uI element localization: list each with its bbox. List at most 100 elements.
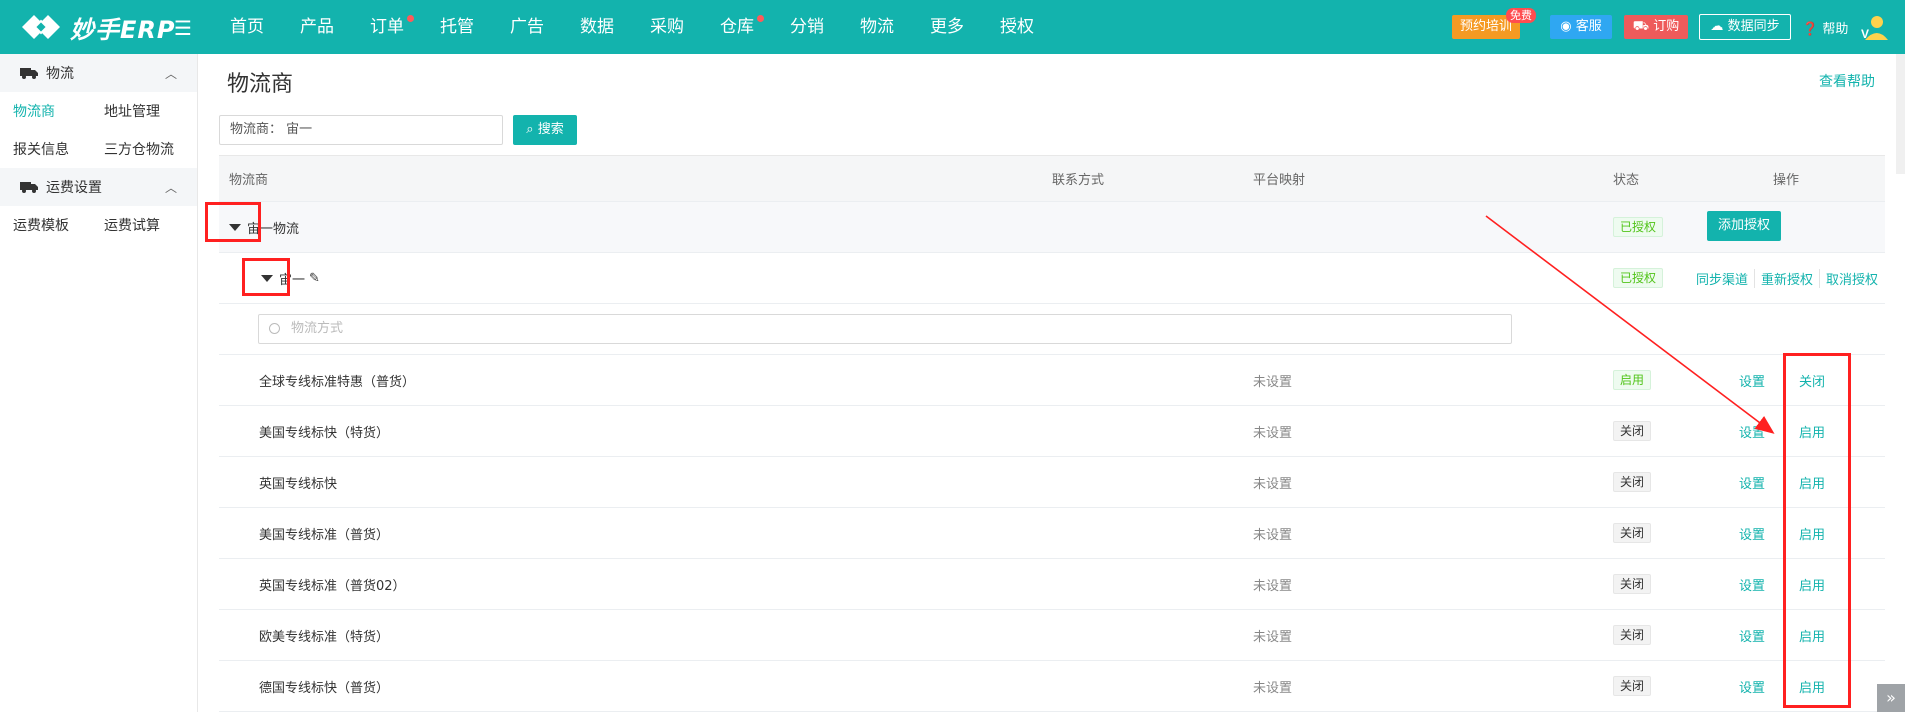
menu-toggle-icon[interactable]: ☰: [174, 16, 192, 40]
nav-item[interactable]: 授权: [982, 0, 1052, 54]
method-filter-row: 物流方式: [219, 304, 1885, 355]
sidebar-item[interactable]: 三方仓物流: [91, 139, 182, 159]
notification-dot: [757, 15, 764, 22]
sidebar-item[interactable]: 物流商: [0, 101, 91, 121]
header-contact: 联系方式: [1052, 173, 1105, 188]
cloud-icon: ☁: [1710, 19, 1724, 34]
sidebar-group-title: 物流: [46, 66, 74, 82]
chat-icon: ◉: [1560, 19, 1572, 34]
nav-item[interactable]: 托管: [422, 0, 492, 54]
vertical-scrollbar[interactable]: [1896, 54, 1905, 174]
nav-item[interactable]: 产品: [282, 0, 352, 54]
platform-mapping: 未设置: [1253, 578, 1293, 594]
nav-item[interactable]: 首页: [212, 0, 282, 54]
status-badge: 关闭: [1613, 625, 1652, 645]
nav-item[interactable]: 广告: [492, 0, 562, 54]
top-nav-bar: 妙手ERP ☰ 首页 产品 订单 托管 广告 数据 采购 仓库 分销 物流 更多 授权 预约培训 免费…: [0, 0, 1905, 54]
cart-icon: ⛟: [1632, 19, 1650, 34]
logo-icon: [22, 15, 60, 39]
header-provider: 物流商: [229, 173, 269, 188]
view-help-link[interactable]: 查看帮助: [1819, 71, 1875, 91]
table-row: 全球专线标准特惠（普货） 未设置 启用 设置 关闭: [219, 355, 1885, 406]
customer-service-label: 客服: [1575, 19, 1602, 34]
truck-icon: [20, 68, 38, 79]
logo-text: 妙手ERP: [70, 15, 176, 44]
search-button-label: 搜索: [537, 122, 564, 137]
table-header: 物流商 联系方式 平台映射 状态 操作: [219, 156, 1885, 202]
sidebar: 物流 ︿ 物流商 地址管理 报关信息 三方仓物流 运费设置 ︿ 运费模板 运费试算: [0, 54, 198, 712]
nav-item-label: 更多: [930, 17, 964, 37]
collapse-panel-button[interactable]: »: [1877, 684, 1905, 712]
nav-item-label: 数据: [580, 17, 614, 37]
question-icon: ❓: [1802, 22, 1819, 37]
status-badge: 关闭: [1613, 472, 1652, 492]
edit-icon[interactable]: ✎: [309, 271, 320, 286]
settings-link[interactable]: 设置: [1739, 406, 1765, 456]
nav-item-label: 广告: [510, 17, 544, 37]
header-mapping: 平台映射: [1253, 173, 1306, 188]
nav-item-label: 物流: [860, 17, 894, 37]
free-badge: 免费: [1506, 8, 1536, 23]
shipping-method-name: 美国专线标准（普货）: [259, 527, 390, 543]
platform-mapping: 未设置: [1253, 374, 1293, 390]
platform-mapping: 未设置: [1253, 527, 1293, 543]
nav-item-label: 产品: [300, 17, 334, 37]
sidebar-item[interactable]: 运费模板: [0, 215, 91, 235]
nav-item[interactable]: 采购: [632, 0, 702, 54]
account-row: 宙一 ✎ 已授权 同步渠道 重新授权 取消授权: [219, 253, 1885, 304]
nav-item[interactable]: 分销: [772, 0, 842, 54]
settings-link[interactable]: 设置: [1739, 559, 1765, 609]
table-row: 欧美专线标准（特货） 未设置 关闭 设置 启用: [219, 610, 1885, 661]
search-button[interactable]: ⌕ 搜索: [513, 115, 577, 145]
nav-item[interactable]: 仓库: [702, 0, 772, 54]
provider-search-input[interactable]: 物流商： 宙一: [219, 115, 503, 145]
settings-link[interactable]: 设置: [1739, 610, 1765, 660]
main-content: 物流商 查看帮助 物流商： 宙一 ⌕ 搜索 物流商 联系方式 平台映射 状态 操…: [199, 54, 1905, 712]
shipping-method-name: 英国专线标准（普货02）: [259, 578, 406, 594]
data-sync-button[interactable]: ☁ 数据同步: [1699, 14, 1791, 40]
table-row: 英国专线标快 未设置 关闭 设置 启用: [219, 457, 1885, 508]
chevron-up-icon[interactable]: ︿: [165, 179, 177, 196]
status-badge: 已授权: [1613, 217, 1664, 237]
settings-link[interactable]: 设置: [1739, 355, 1765, 405]
user-avatar[interactable]: V: [1860, 14, 1888, 40]
shipping-method-placeholder: 物流方式: [291, 321, 344, 336]
sidebar-item[interactable]: 报关信息: [0, 139, 91, 159]
provider-status-cell: 已授权: [1613, 202, 1664, 252]
status-badge: 关闭: [1613, 421, 1652, 441]
platform-mapping: 未设置: [1253, 425, 1293, 441]
sidebar-row: 报关信息 三方仓物流: [0, 130, 197, 168]
sidebar-group-header[interactable]: 运费设置 ︿: [0, 168, 197, 206]
logo[interactable]: 妙手ERP: [18, 9, 175, 45]
shipping-method-name: 欧美专线标准（特货）: [259, 629, 390, 645]
status-cell: 关闭: [1613, 508, 1652, 558]
nav-item[interactable]: 物流: [842, 0, 912, 54]
nav-item[interactable]: 更多: [912, 0, 982, 54]
settings-link[interactable]: 设置: [1739, 661, 1765, 711]
table-row: 德国专线标快（普货） 未设置 关闭 设置 启用: [219, 661, 1885, 712]
help-label: 帮助: [1822, 22, 1849, 37]
sync-channels-link[interactable]: 同步渠道: [1690, 269, 1754, 288]
order-button[interactable]: ⛟ 订购: [1624, 15, 1688, 39]
cancel-authorization-link[interactable]: 取消授权: [1819, 268, 1884, 288]
nav-item-label: 订单: [370, 17, 404, 37]
notification-dot: [407, 15, 414, 22]
order-label: 订购: [1653, 19, 1680, 34]
add-authorization-button[interactable]: 添加授权: [1707, 211, 1781, 241]
help-link[interactable]: ❓ 帮助: [1802, 18, 1848, 37]
settings-link[interactable]: 设置: [1739, 508, 1765, 558]
nav-item-label: 托管: [440, 17, 474, 37]
shipping-method-search-input[interactable]: 物流方式: [258, 314, 1512, 344]
platform-mapping: 未设置: [1253, 680, 1293, 696]
nav-item[interactable]: 订单: [352, 0, 422, 54]
customer-service-button[interactable]: ◉ 客服: [1550, 15, 1612, 39]
nav-item-label: 采购: [650, 17, 684, 37]
nav-item[interactable]: 数据: [562, 0, 632, 54]
sidebar-item[interactable]: 运费试算: [91, 215, 182, 235]
nav-item-label: 分销: [790, 17, 824, 37]
sidebar-group-header[interactable]: 物流 ︿: [0, 54, 197, 92]
settings-link[interactable]: 设置: [1739, 457, 1765, 507]
chevron-up-icon[interactable]: ︿: [165, 65, 177, 82]
reauthorize-link[interactable]: 重新授权: [1754, 268, 1819, 288]
sidebar-item[interactable]: 地址管理: [91, 101, 182, 121]
